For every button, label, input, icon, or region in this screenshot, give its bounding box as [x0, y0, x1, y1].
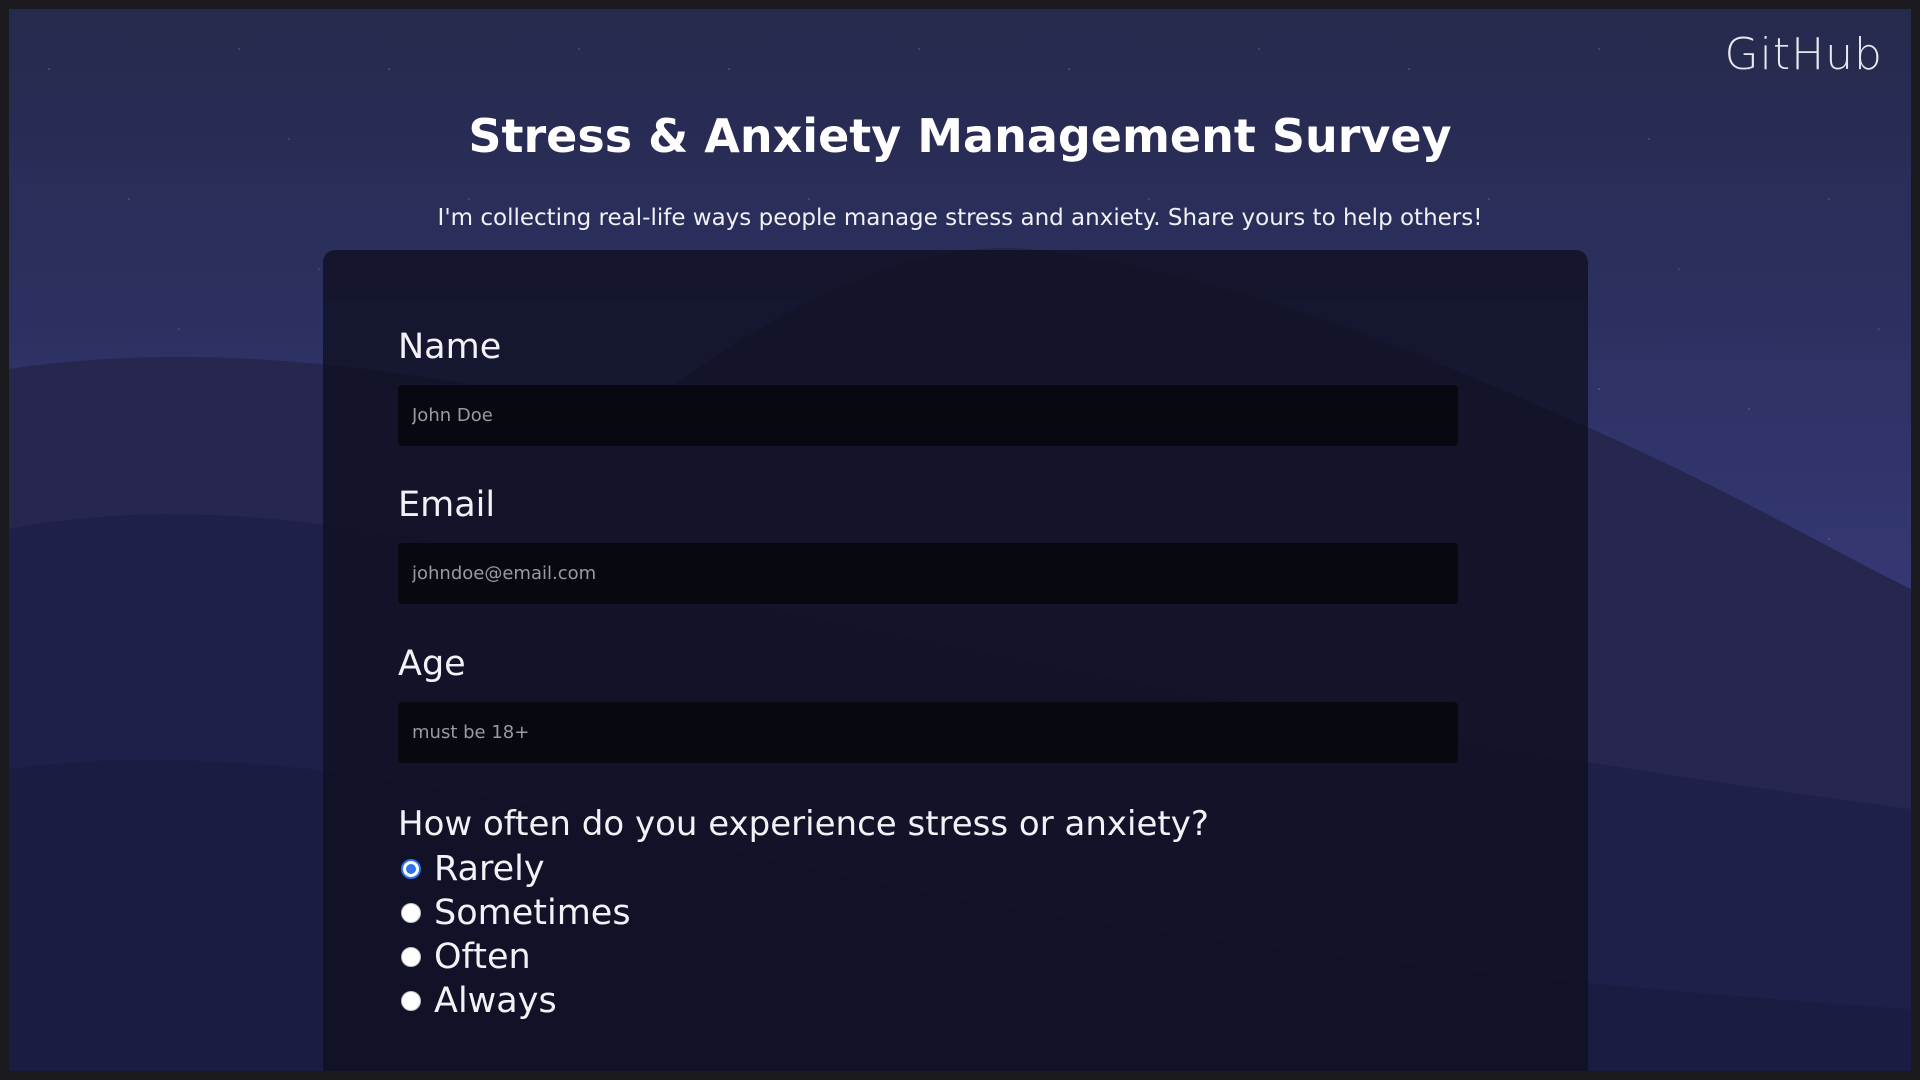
email-label: Email	[398, 485, 496, 525]
page-description: I'm collecting real-life ways people man…	[437, 205, 1483, 231]
age-label: Age	[398, 644, 466, 684]
radio-option-rarely[interactable]: Rarely	[401, 849, 545, 889]
survey-form: Name Email Age How often do you experien…	[323, 250, 1588, 1071]
name-label: Name	[398, 327, 502, 367]
stress-frequency-question: How often do you experience stress or an…	[398, 804, 1209, 844]
radio-label-rarely: Rarely	[434, 849, 545, 889]
radio-label-always: Always	[434, 981, 557, 1021]
email-input[interactable]	[398, 543, 1458, 604]
radio-button-often[interactable]	[401, 947, 421, 967]
radio-label-often: Often	[434, 937, 531, 977]
radio-option-always[interactable]: Always	[401, 981, 557, 1021]
radio-button-sometimes[interactable]	[401, 903, 421, 923]
page-background: GitHub Stress & Anxiety Management Surve…	[9, 9, 1911, 1071]
radio-button-rarely[interactable]	[401, 859, 421, 879]
radio-option-often[interactable]: Often	[401, 937, 531, 977]
radio-button-always[interactable]	[401, 991, 421, 1011]
name-input[interactable]	[398, 385, 1458, 446]
page-title: Stress & Anxiety Management Survey	[468, 109, 1452, 163]
radio-label-sometimes: Sometimes	[434, 893, 631, 933]
github-link[interactable]: GitHub	[1725, 29, 1883, 80]
radio-option-sometimes[interactable]: Sometimes	[401, 893, 631, 933]
age-input[interactable]	[398, 702, 1458, 763]
